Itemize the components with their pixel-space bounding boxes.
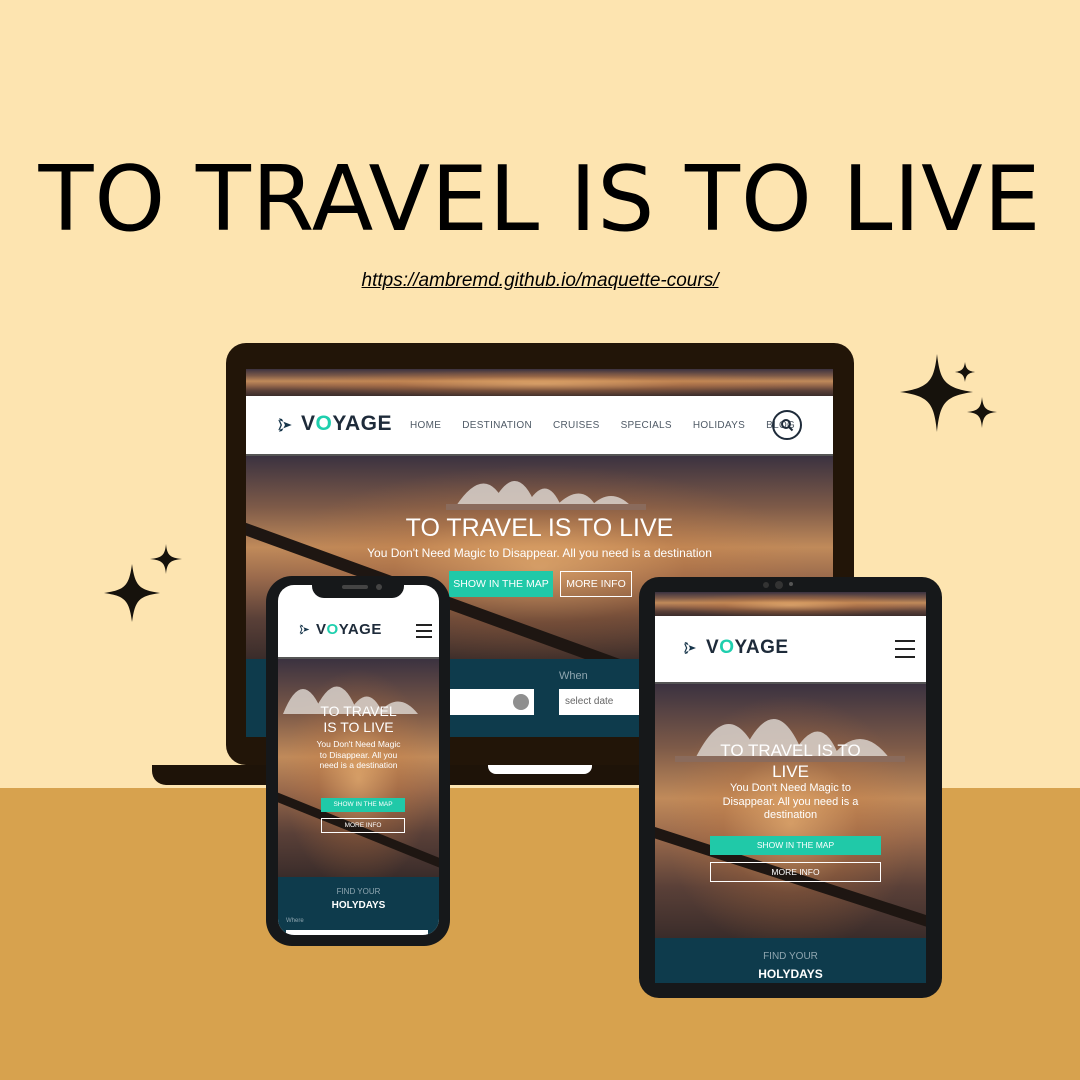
opera-house-image: [446, 481, 646, 510]
logo-accent: O: [326, 621, 339, 638]
hero-subtitle: You Don't Need Magic to Disappear. All y…: [316, 739, 401, 770]
phone-screen: VOYAGE TO TRAVEL IS TO LIVE You Don't Ne…: [278, 585, 439, 935]
nav-item-home[interactable]: HOME: [410, 420, 441, 431]
logo-part: YAGE: [332, 412, 392, 435]
hero-title-line: LIVE: [772, 762, 809, 781]
laptop-notch: [488, 765, 592, 774]
logo-accent: O: [719, 637, 735, 658]
more-info-button[interactable]: MORE INFO: [560, 571, 632, 597]
site-url-link[interactable]: https://ambremd.github.io/maquette-cours…: [0, 270, 1080, 292]
show-in-map-button[interactable]: SHOW IN THE MAP: [449, 571, 553, 597]
nav-item-cruises[interactable]: CRUISES: [553, 420, 600, 431]
logo-accent: O: [315, 412, 333, 435]
hero-title-line: IS TO LIVE: [323, 719, 394, 735]
find-holidays-section: FIND YOUR HOLYDAYS: [655, 938, 926, 983]
site-logo[interactable]: VOYAGE: [706, 637, 789, 659]
camera: [775, 581, 783, 589]
logo-part: YAGE: [338, 621, 382, 638]
plane-icon: [299, 624, 310, 635]
speaker: [342, 585, 368, 589]
show-in-map-button[interactable]: SHOW IN THE MAP: [710, 836, 881, 855]
hero-strip: [655, 592, 926, 616]
hero-title-line: TO TRAVEL: [320, 703, 397, 719]
page-headline: TO TRAVEL IS TO LIVE: [38, 147, 1042, 252]
site-logo[interactable]: VOYAGE: [316, 621, 382, 638]
hamburger-icon[interactable]: [895, 640, 915, 658]
find-holidays-section: FIND YOUR HOLYDAYS Where: [278, 877, 439, 935]
hero-subtitle: You Don't Need Magic to Disappear. All y…: [722, 782, 859, 821]
nav-item-holidays[interactable]: HOLIDAYS: [693, 420, 745, 431]
phone-notch: [312, 580, 404, 598]
globe-icon: [513, 694, 529, 710]
camera: [376, 584, 382, 590]
when-label: When: [559, 670, 588, 682]
destination-input[interactable]: [441, 689, 534, 715]
site-header: VOYAGE: [278, 605, 439, 659]
sensor: [789, 582, 793, 586]
site-logo[interactable]: VOYAGE: [301, 412, 392, 436]
find-your-label: FIND YOUR: [763, 951, 818, 962]
date-input[interactable]: select date: [559, 689, 639, 715]
plane-icon: [684, 642, 696, 654]
hero-title-line: TO TRAVEL IS TO: [720, 741, 861, 760]
show-in-map-button[interactable]: SHOW IN THE MAP: [321, 798, 405, 812]
search-icon: [781, 419, 794, 432]
logo-part: V: [301, 412, 316, 435]
hero-title: TO TRAVEL IS TO LIVE: [405, 514, 674, 542]
holydays-label: HOLYDAYS: [758, 967, 823, 981]
where-label: Where: [286, 918, 304, 924]
tablet-screen: VOYAGE TO TRAVEL IS TO LIVE You Don't Ne…: [655, 592, 926, 983]
site-header: VOYAGE: [655, 616, 926, 684]
site-header: VOYAGE HOME DESTINATION CRUISES SPECIALS…: [246, 396, 833, 456]
camera: [763, 582, 769, 588]
nav-item-destination[interactable]: DESTINATION: [462, 420, 532, 431]
hero-title: TO TRAVEL IS TO LIVE: [278, 703, 439, 735]
hero-strip: [246, 369, 833, 396]
sparkle-icon: [900, 354, 997, 432]
nav-item-specials[interactable]: SPECIALS: [621, 420, 672, 431]
holydays-label: HOLYDAYS: [331, 900, 386, 911]
search-button[interactable]: [772, 410, 802, 440]
logo-part: V: [706, 637, 720, 658]
more-info-button[interactable]: MORE INFO: [321, 818, 405, 833]
where-input[interactable]: [286, 930, 428, 935]
hero-section: TO TRAVEL IS TO LIVE You Don't Need Magi…: [655, 684, 926, 938]
hero-section: TO TRAVEL IS TO LIVE You Don't Need Magi…: [278, 659, 439, 877]
find-your-label: FIND YOUR: [336, 887, 381, 896]
logo-part: V: [316, 621, 327, 638]
logo-part: YAGE: [734, 637, 789, 658]
sparkle-icon: [104, 544, 182, 622]
more-info-button[interactable]: MORE INFO: [710, 862, 881, 882]
main-nav: HOME DESTINATION CRUISES SPECIALS HOLIDA…: [410, 420, 795, 431]
hero-subtitle: You Don't Need Magic to Disappear. All y…: [367, 546, 712, 560]
plane-icon: [278, 418, 292, 432]
hamburger-icon[interactable]: [416, 624, 432, 638]
hero-title: TO TRAVEL IS TO LIVE: [655, 740, 926, 782]
